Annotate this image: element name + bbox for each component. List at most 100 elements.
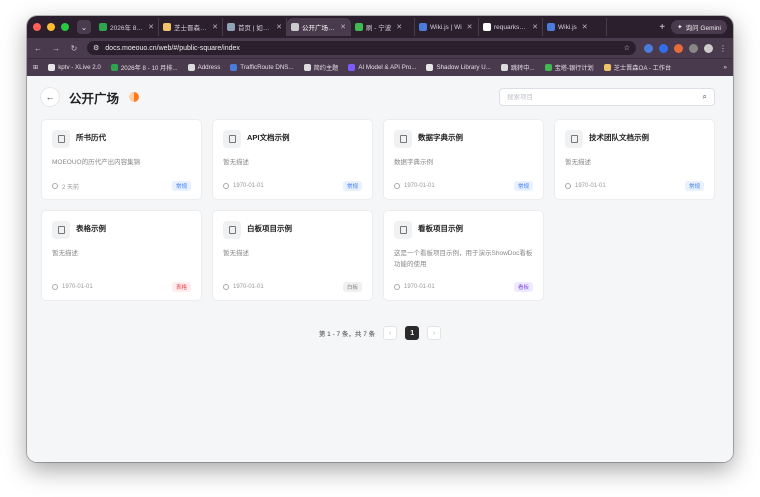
browser-tab[interactable]: requarks/wi ✕ xyxy=(479,18,543,36)
browser-tab[interactable]: 公开广场 - S ✕ xyxy=(287,18,351,36)
project-date: 1970-01-01 xyxy=(575,183,606,189)
tab-label: 芝士晋森OA xyxy=(174,25,208,32)
project-card[interactable]: 技术团队文档示例 暂无描述 1970-01-01 常规 xyxy=(554,119,715,200)
bookmark-label: Shadow Library U... xyxy=(436,64,491,71)
next-page-button[interactable]: › xyxy=(427,326,442,340)
search-icon[interactable]: ⌕ xyxy=(703,92,707,102)
forward-arrow-icon[interactable]: → xyxy=(51,44,61,53)
close-tab-icon[interactable]: ✕ xyxy=(532,23,538,31)
project-description: 暂无描述 xyxy=(565,159,591,166)
clock-icon xyxy=(52,183,58,189)
site-info-icon[interactable]: ⚙ xyxy=(93,44,99,52)
bookmark-item[interactable]: 简约主题 xyxy=(303,63,338,72)
page-title: 公开广场 xyxy=(69,91,120,106)
project-description: 暂无描述 xyxy=(52,250,78,257)
project-card[interactable]: 数据字典示例 数据字典示例 1970-01-01 常规 xyxy=(383,119,544,200)
clock-icon xyxy=(223,183,229,189)
back-button[interactable]: ← xyxy=(41,88,59,106)
extensions-area: ⋮ xyxy=(644,43,727,53)
project-type-badge: 白板 xyxy=(342,282,362,292)
pagination: 第 1 - 7 条，共 7 条 ‹ 1 › xyxy=(27,326,733,340)
bookmark-label: 2026年 8 - 10 月排... xyxy=(120,65,178,72)
project-footer: 1970-01-01 常规 xyxy=(223,181,362,191)
close-tab-icon[interactable]: ✕ xyxy=(276,23,282,31)
tab-label: 公开广场 - S xyxy=(302,25,336,32)
browser-tab[interactable]: 首页 | 如城片 ✕ xyxy=(223,18,287,36)
close-tab-icon[interactable]: ✕ xyxy=(396,23,402,31)
tab-search-icon[interactable]: ⌄ xyxy=(77,20,91,34)
project-date: 2 天前 xyxy=(62,184,80,191)
bookmark-item[interactable]: 芝士晋森OA - 工作台 xyxy=(603,63,671,72)
bookmark-item[interactable]: Shadow Library U... xyxy=(426,64,491,71)
project-card[interactable]: 看板项目示例 这是一个看板项目示例，用于演示ShowDoc看板功能的使用 1970-… xyxy=(383,210,544,301)
page-button-current[interactable]: 1 xyxy=(405,326,420,340)
project-card[interactable]: API文档示例 暂无描述 1970-01-01 常规 xyxy=(212,119,373,200)
bookmark-item[interactable]: AI Model & API Pro... xyxy=(348,64,416,71)
gemini-button[interactable]: ✦ 询问 Gemini xyxy=(671,20,727,34)
tab-label: Wiki.js xyxy=(558,23,577,31)
close-tab-icon[interactable]: ✕ xyxy=(467,23,473,31)
clock-icon xyxy=(394,183,400,189)
project-date: 1970-01-01 xyxy=(233,284,264,290)
doc-icon xyxy=(394,130,412,148)
address-bar[interactable]: ⚙ docs.moeouo.cn/web/#/public-square/ind… xyxy=(87,41,636,55)
project-card[interactable]: 表格示例 暂无描述 1970-01-01 表格 xyxy=(41,210,202,301)
project-footer: 2 天前 常规 xyxy=(52,181,191,191)
bookmark-item[interactable]: TrafficRoute DNS... xyxy=(230,64,294,71)
page-header: ← 公开广场 ⌕ xyxy=(27,76,733,118)
avatar[interactable] xyxy=(704,43,713,53)
browser-tab[interactable]: 2026年 8 - 1 ✕ xyxy=(95,18,159,36)
minimize-window-button[interactable] xyxy=(47,23,55,31)
page-content: ← 公开广场 ⌕ 所书历代MOEOUO的历代产出内容集锦2 天前常规API文档示… xyxy=(27,76,733,462)
browser-tab[interactable]: Wiki.js | Wi ✕ xyxy=(415,18,479,36)
project-type-badge: 常规 xyxy=(684,181,704,191)
reload-icon[interactable]: ↻ xyxy=(69,44,79,53)
project-card[interactable]: 所书历代 MOEOUO的历代产出内容集锦 2 天前 常规 xyxy=(41,119,202,200)
browser-tab[interactable]: 刷 - 宁波 ✕ xyxy=(351,18,415,36)
project-footer: 1970-01-01 白板 xyxy=(223,282,362,292)
new-tab-button[interactable]: + xyxy=(653,22,671,33)
tab-favicon-icon xyxy=(163,23,171,31)
address-row: ← → ↻ ⚙ docs.moeouo.cn/web/#/public-squa… xyxy=(27,38,733,58)
project-card[interactable]: 白板项目示例 暂无描述 1970-01-01 白板 xyxy=(212,210,373,301)
search-input[interactable] xyxy=(507,93,703,101)
close-window-button[interactable] xyxy=(33,23,41,31)
close-tab-icon[interactable]: ✕ xyxy=(582,23,588,31)
bookmark-star-icon[interactable]: ☆ xyxy=(624,44,630,52)
close-tab-icon[interactable]: ✕ xyxy=(148,23,154,31)
clock-icon xyxy=(223,284,229,290)
tab-label: 2026年 8 - 1 xyxy=(110,25,144,32)
bookmark-item[interactable]: 宝塔-银行计划 xyxy=(544,63,594,72)
maximize-window-button[interactable] xyxy=(61,23,69,31)
bookmark-item[interactable]: kptv - XLive 2.0 xyxy=(48,64,101,71)
extension-icon[interactable] xyxy=(659,43,668,53)
bookmark-label: AI Model & API Pro... xyxy=(358,64,417,71)
extension-icon[interactable] xyxy=(644,43,653,53)
tab-label: 首页 | 如城片 xyxy=(238,25,271,32)
apps-grid-icon[interactable]: ⊞ xyxy=(33,64,38,71)
close-tab-icon[interactable]: ✕ xyxy=(212,23,218,31)
back-arrow-icon[interactable]: ← xyxy=(33,44,43,53)
browser-tab[interactable]: 芝士晋森OA ✕ xyxy=(159,18,223,36)
bookmark-item[interactable]: Address xyxy=(187,64,220,71)
close-tab-icon[interactable]: ✕ xyxy=(340,23,346,31)
bookmark-item[interactable]: 跳转中... xyxy=(500,63,535,72)
table-icon xyxy=(52,221,70,239)
bookmark-favicon-icon xyxy=(48,64,56,71)
browser-tab[interactable]: Wiki.js ✕ xyxy=(543,18,607,36)
prev-page-button[interactable]: ‹ xyxy=(383,326,398,340)
kebab-menu-icon[interactable]: ⋮ xyxy=(719,44,727,53)
bookmarks-more-button[interactable]: » xyxy=(724,64,727,71)
window-controls xyxy=(33,23,69,31)
theme-toggle-icon[interactable] xyxy=(129,92,140,102)
bookmark-favicon-icon xyxy=(426,64,434,71)
bookmark-item[interactable]: 2026年 8 - 10 月排... xyxy=(110,63,178,72)
project-footer: 1970-01-01 常规 xyxy=(565,181,704,191)
project-title: 白板项目示例 xyxy=(247,224,292,233)
puzzle-icon[interactable] xyxy=(689,43,698,53)
clock-icon xyxy=(565,183,571,189)
project-title: 所书历代 xyxy=(76,133,106,142)
project-title: 看板项目示例 xyxy=(418,224,463,233)
gemini-label: 询问 Gemini xyxy=(685,25,721,32)
extension-icon[interactable] xyxy=(674,43,683,53)
